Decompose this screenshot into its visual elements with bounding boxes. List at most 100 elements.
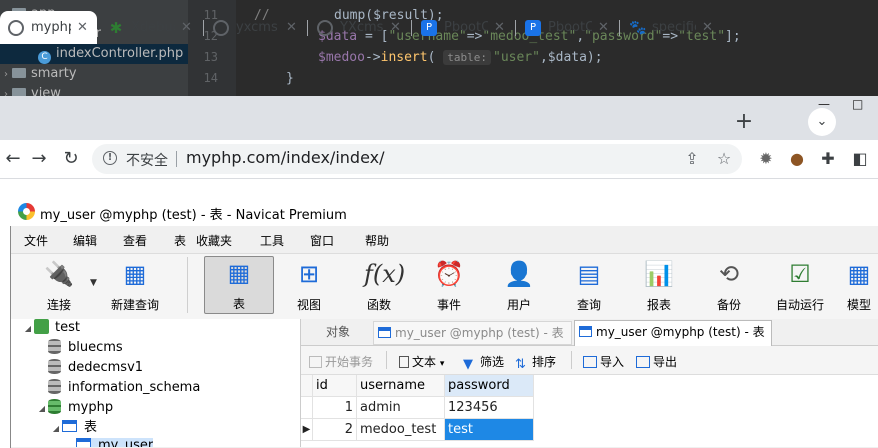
- view-button[interactable]: ⊞ 视图: [278, 258, 340, 314]
- dropdown-icon[interactable]: ▾: [440, 359, 445, 369]
- menu-window[interactable]: 窗口: [310, 232, 334, 249]
- tab-yxcms[interactable]: yxcms ✕: [205, 11, 305, 44]
- reload-button[interactable]: ↻: [60, 148, 82, 170]
- tab-search-button[interactable]: ⌄: [808, 108, 836, 136]
- tree-db-myphp[interactable]: ◢ myphp: [36, 398, 113, 418]
- puzzle-icon[interactable]: ✚: [818, 149, 838, 169]
- chevron-right-icon[interactable]: ›: [0, 65, 12, 85]
- menu-edit[interactable]: 编辑: [73, 232, 97, 249]
- menu-help[interactable]: 帮助: [365, 232, 389, 249]
- new-query-button[interactable]: ▦ 新建查询: [104, 258, 166, 314]
- tab-my-user-1[interactable]: my_user @myphp (test) - 表: [373, 321, 572, 345]
- close-icon[interactable]: ✕: [390, 20, 401, 35]
- table-cell[interactable]: admin: [357, 397, 445, 419]
- tab-pbootcms-2[interactable]: P PbootCMS ✕: [517, 11, 617, 44]
- tree-connection-test[interactable]: ◢ test: [22, 318, 80, 338]
- code-text: }: [286, 71, 294, 86]
- expand-icon[interactable]: ◢: [50, 419, 62, 439]
- toolbar-divider: [386, 351, 387, 369]
- connect-dropdown-icon[interactable]: ▼: [90, 278, 97, 288]
- tree-tables-folder[interactable]: ◢ 表: [50, 418, 97, 438]
- tree-item-smarty[interactable]: › smarty: [0, 64, 77, 84]
- ribbon-label: 报表: [646, 298, 671, 312]
- extension-icon[interactable]: ✹: [756, 149, 776, 169]
- security-label[interactable]: 不安全: [126, 150, 168, 170]
- column-header-password[interactable]: password: [445, 375, 534, 397]
- close-icon[interactable]: ✕: [286, 20, 297, 35]
- table-cell[interactable]: medoo_test: [357, 419, 445, 441]
- function-button[interactable]: f(x) 函数: [348, 258, 410, 314]
- tree-db-information-schema[interactable]: information_schema: [48, 378, 200, 398]
- tab-yxcms-2[interactable]: YXcms ✕: [309, 11, 409, 44]
- close-icon[interactable]: ✕: [77, 20, 88, 35]
- import-button[interactable]: 导入: [583, 353, 624, 370]
- globe-icon: [213, 19, 229, 36]
- action-label: 排序: [532, 355, 557, 369]
- tab-xdebug[interactable]: ✱ Xdebug ✕: [100, 11, 200, 44]
- cookie-icon[interactable]: ●: [787, 149, 807, 169]
- filter-button[interactable]: ▼ 筛选: [463, 353, 504, 371]
- maximize-button[interactable]: □: [852, 97, 863, 111]
- text-button[interactable]: 文本 ▾: [399, 353, 444, 370]
- tree-db-bluecms[interactable]: bluecms: [48, 338, 123, 358]
- clock-icon: ⏰: [434, 260, 464, 288]
- view-icon: ⊞: [298, 260, 320, 288]
- close-icon[interactable]: ✕: [181, 20, 192, 35]
- table-cell[interactable]: 123456: [445, 397, 534, 419]
- table-cell[interactable]: 2: [313, 419, 357, 441]
- sort-button[interactable]: ⇅ 排序: [515, 353, 556, 371]
- connect-button[interactable]: 🔌 连接: [28, 258, 90, 314]
- sidepanel-icon[interactable]: ◧: [850, 149, 870, 169]
- tab-objects[interactable]: 对象: [320, 321, 370, 345]
- tab-myphp[interactable]: myphp ✕: [0, 11, 97, 44]
- tab-pbootcms[interactable]: P PbootCMS ✕: [413, 11, 513, 44]
- tab-my-user-2[interactable]: my_user @myphp (test) - 表: [574, 320, 772, 346]
- tree-label: information_schema: [68, 380, 201, 395]
- ribbon-label: 自动运行: [775, 298, 824, 312]
- close-icon[interactable]: ✕: [494, 20, 505, 35]
- action-label: 筛选: [480, 355, 505, 369]
- tab-specification[interactable]: 🐾 specification ✕: [621, 11, 721, 44]
- tree-label: my_user: [98, 438, 154, 447]
- share-icon[interactable]: ⇪: [682, 149, 702, 169]
- grid-corner: [301, 375, 313, 397]
- menu-file[interactable]: 文件: [24, 232, 48, 249]
- menu-view[interactable]: 查看: [123, 232, 147, 249]
- row-selector[interactable]: [301, 397, 313, 419]
- back-button[interactable]: ←: [2, 148, 24, 170]
- code-string: "user": [493, 50, 540, 65]
- code-line-14: }: [286, 68, 294, 89]
- tree-db-dedecmsv1[interactable]: dedecmsv1: [48, 358, 143, 378]
- ribbon-label: 视图: [296, 298, 321, 312]
- url-text[interactable]: myphp.com/index/index/: [186, 148, 384, 167]
- column-header-username[interactable]: username: [357, 375, 445, 397]
- begin-transaction-button[interactable]: 开始事务: [309, 353, 373, 370]
- close-icon[interactable]: ✕: [598, 20, 609, 35]
- expand-icon[interactable]: ◢: [22, 319, 34, 339]
- autorun-button[interactable]: ☑ 自动运行: [768, 258, 832, 314]
- close-icon[interactable]: ✕: [702, 20, 713, 35]
- report-button[interactable]: 📊 报表: [628, 258, 690, 314]
- query-button[interactable]: ▤ 查询: [558, 258, 620, 314]
- tree-table-my-user[interactable]: my_user: [76, 438, 154, 447]
- table-cell-selected[interactable]: test: [445, 419, 534, 441]
- current-row-marker[interactable]: ▶: [301, 419, 313, 441]
- expand-icon[interactable]: ◢: [36, 399, 48, 419]
- event-button[interactable]: ⏰ 事件: [418, 258, 480, 314]
- export-button[interactable]: 导出: [636, 353, 677, 370]
- backup-button[interactable]: ⟲ 备份: [698, 258, 760, 314]
- user-button[interactable]: 👤 用户: [488, 258, 550, 314]
- star-icon[interactable]: ☆: [714, 149, 734, 169]
- info-icon[interactable]: !: [103, 151, 117, 165]
- forward-button[interactable]: →: [28, 148, 50, 170]
- menu-tools[interactable]: 工具: [260, 232, 284, 249]
- column-header-id[interactable]: id: [313, 375, 357, 397]
- function-icon: f(x): [364, 260, 406, 288]
- model-button[interactable]: ▦ 模型: [840, 258, 878, 314]
- table-button[interactable]: ▦ 表: [204, 256, 274, 314]
- table-cell[interactable]: 1: [313, 397, 357, 419]
- menu-favorites[interactable]: 收藏夹: [196, 232, 232, 249]
- tree-item-indexcontroller[interactable]: CindexController.php: [0, 44, 188, 64]
- menu-table[interactable]: 表: [174, 232, 186, 249]
- new-tab-button[interactable]: +: [731, 110, 757, 136]
